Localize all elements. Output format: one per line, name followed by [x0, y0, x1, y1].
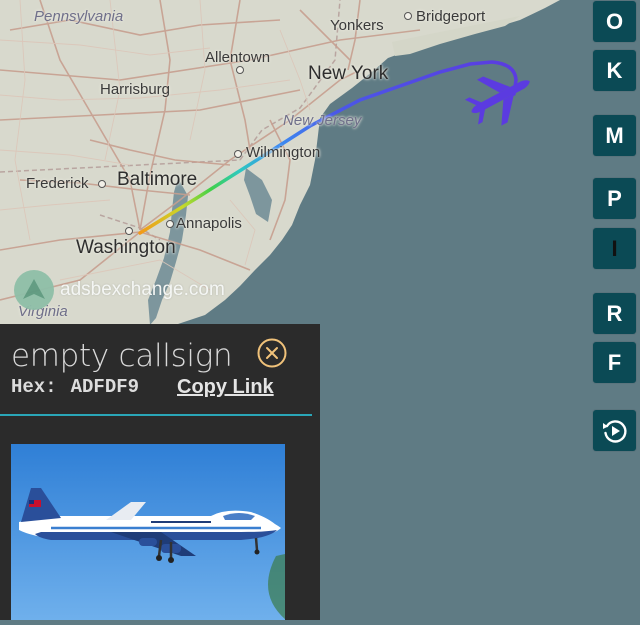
button-label: K — [606, 57, 623, 83]
city-dot — [404, 12, 412, 20]
adsbexchange-logo-icon — [14, 270, 54, 310]
place-label-washington: Washington — [76, 237, 176, 258]
layer-button-p[interactable]: P — [593, 178, 636, 219]
layer-button-m[interactable]: M — [593, 115, 636, 156]
replay-button[interactable] — [593, 410, 636, 451]
replay-icon — [601, 417, 629, 445]
layer-button-o[interactable]: O — [593, 1, 636, 42]
layer-button-f[interactable]: F — [593, 342, 636, 383]
city-dot — [166, 220, 174, 228]
place-label-wilmington: Wilmington — [246, 144, 321, 161]
hex-value: ADFDF9 — [70, 376, 140, 398]
copy-link[interactable]: Copy Link — [177, 376, 274, 399]
place-label-new-jersey: New Jersey — [283, 112, 362, 129]
place-label-baltimore: Baltimore — [117, 169, 198, 190]
place-label-harrisburg: Harrisburg — [100, 81, 171, 98]
button-label: M — [605, 122, 624, 148]
city-dot — [98, 180, 106, 188]
hex-label: Hex: — [11, 376, 57, 398]
layer-button-i[interactable]: I — [593, 228, 636, 269]
layer-button-k[interactable]: K — [593, 50, 636, 91]
place-label-allentown: Allentown — [205, 49, 271, 66]
place-label-bridgeport: Bridgeport — [416, 8, 486, 25]
city-dot — [236, 66, 244, 74]
place-label-annapolis: Annapolis — [176, 215, 242, 232]
button-label: O — [605, 8, 624, 34]
callsign: empty callsign — [11, 338, 233, 374]
button-label: F — [607, 349, 622, 375]
watermark-text: adsbexchange.com — [60, 279, 225, 300]
aircraft-info-panel: empty callsign Hex: ADFDF9 Copy Link — [0, 324, 320, 620]
layer-button-r[interactable]: R — [593, 293, 636, 334]
close-button[interactable] — [257, 338, 287, 368]
city-dot — [125, 227, 133, 235]
close-icon — [257, 338, 287, 368]
place-label-new-york: New York — [308, 63, 389, 84]
panel-divider — [0, 414, 312, 416]
airliner-icon — [464, 76, 530, 126]
place-label-frederick: Frederick — [26, 175, 89, 192]
watermark: adsbexchange.com — [14, 270, 225, 310]
button-label: I — [611, 235, 618, 261]
aircraft-photo[interactable] — [11, 444, 285, 620]
button-label: R — [606, 300, 623, 326]
place-label-pennsylvania: Pennsylvania — [34, 8, 124, 25]
hex-row: Hex: ADFDF9 — [11, 376, 139, 398]
button-label: P — [607, 185, 622, 211]
place-label-yonkers: Yonkers — [330, 17, 384, 34]
city-dot — [234, 150, 242, 158]
